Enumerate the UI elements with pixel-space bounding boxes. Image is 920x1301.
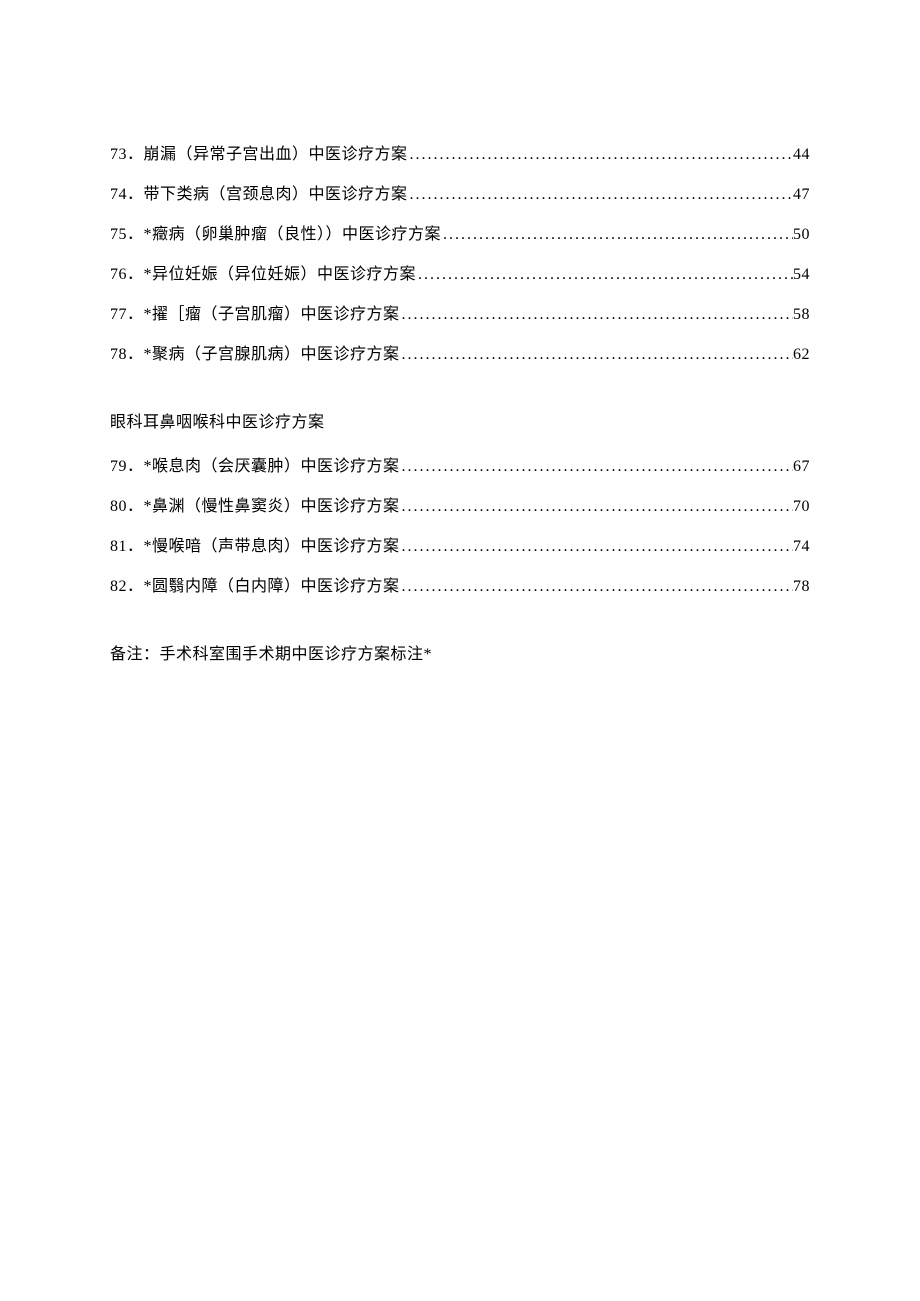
toc-number: 73． — [110, 140, 144, 164]
toc-number: 79． — [110, 452, 144, 476]
toc-dots: ........................................… — [400, 578, 793, 596]
toc-title: *异位妊娠（异位妊娠）中医诊疗方案 — [144, 260, 417, 284]
toc-number: 74． — [110, 180, 144, 204]
footnote: 备注：手术科室围手术期中医诊疗方案标注* — [110, 640, 810, 664]
toc-number: 82． — [110, 572, 144, 596]
toc-group-1: 73． 崩漏（异常子宫出血）中医诊疗方案 ...................… — [110, 140, 810, 364]
toc-title: *擢［瘤（子宫肌瘤）中医诊疗方案 — [144, 300, 400, 324]
toc-number: 75． — [110, 220, 144, 244]
toc-dots: ........................................… — [408, 146, 793, 164]
toc-dots: ........................................… — [400, 498, 793, 516]
toc-title: *喉息肉（会厌囊肿）中医诊疗方案 — [144, 452, 400, 476]
toc-title: *癥病（卵巢肿瘤（良性））中医诊疗方案 — [144, 220, 442, 244]
toc-page: 58 — [793, 306, 810, 324]
toc-page: 54 — [793, 266, 810, 284]
toc-page: 44 — [793, 146, 810, 164]
toc-entry: 74． 带下类病（宫颈息肉）中医诊疗方案 ...................… — [110, 180, 810, 204]
toc-dots: ........................................… — [441, 226, 793, 244]
toc-dots: ........................................… — [416, 266, 793, 284]
toc-title: 带下类病（宫颈息肉）中医诊疗方案 — [144, 180, 408, 204]
toc-dots: ........................................… — [400, 346, 793, 364]
toc-entry: 78． *聚病（子宫腺肌病）中医诊疗方案 ...................… — [110, 340, 810, 364]
toc-entry: 81． *慢喉喑（声带息肉）中医诊疗方案 ...................… — [110, 532, 810, 556]
toc-title: *慢喉喑（声带息肉）中医诊疗方案 — [144, 532, 400, 556]
toc-page: 78 — [793, 578, 810, 596]
toc-entry: 76． *异位妊娠（异位妊娠）中医诊疗方案 ..................… — [110, 260, 810, 284]
toc-entry: 79． *喉息肉（会厌囊肿）中医诊疗方案 ...................… — [110, 452, 810, 476]
toc-title: *聚病（子宫腺肌病）中医诊疗方案 — [144, 340, 400, 364]
toc-entry: 73． 崩漏（异常子宫出血）中医诊疗方案 ...................… — [110, 140, 810, 164]
toc-entry: 80． *鼻渊（慢性鼻窦炎）中医诊疗方案 ...................… — [110, 492, 810, 516]
toc-dots: ........................................… — [400, 306, 793, 324]
toc-number: 80． — [110, 492, 144, 516]
toc-dots: ........................................… — [400, 458, 793, 476]
toc-page: 74 — [793, 538, 810, 556]
toc-title: *鼻渊（慢性鼻窦炎）中医诊疗方案 — [144, 492, 400, 516]
toc-page: 47 — [793, 186, 810, 204]
toc-entry: 77． *擢［瘤（子宫肌瘤）中医诊疗方案 ...................… — [110, 300, 810, 324]
section-heading: 眼科耳鼻咽喉科中医诊疗方案 — [110, 408, 810, 432]
toc-dots: ........................................… — [400, 538, 793, 556]
toc-number: 78． — [110, 340, 144, 364]
toc-number: 81． — [110, 532, 144, 556]
toc-page: 50 — [793, 226, 810, 244]
toc-number: 76． — [110, 260, 144, 284]
toc-title: 崩漏（异常子宫出血）中医诊疗方案 — [144, 140, 408, 164]
toc-entry: 82． *圆翳内障（白内障）中医诊疗方案 ...................… — [110, 572, 810, 596]
toc-entry: 75． *癥病（卵巢肿瘤（良性））中医诊疗方案 ................… — [110, 220, 810, 244]
toc-dots: ........................................… — [408, 186, 793, 204]
toc-title: *圆翳内障（白内障）中医诊疗方案 — [144, 572, 400, 596]
toc-page: 67 — [793, 458, 810, 476]
toc-number: 77． — [110, 300, 144, 324]
toc-page: 62 — [793, 346, 810, 364]
toc-page: 70 — [793, 498, 810, 516]
toc-group-2: 79． *喉息肉（会厌囊肿）中医诊疗方案 ...................… — [110, 452, 810, 596]
